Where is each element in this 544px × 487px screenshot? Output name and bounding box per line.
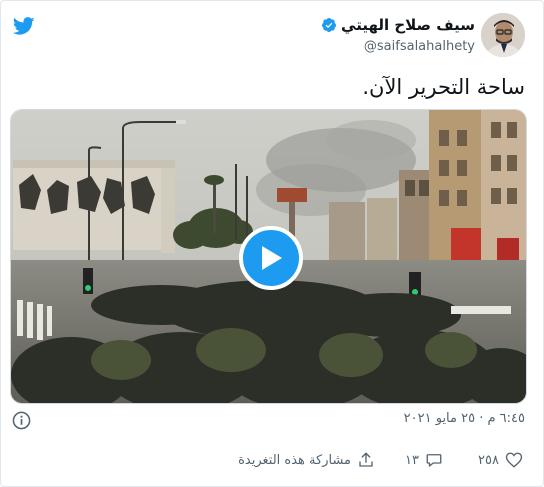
twitter-bird-icon[interactable] bbox=[12, 15, 36, 37]
tweet-text: ساحة التحرير الآن. bbox=[362, 75, 525, 99]
share-button[interactable]: مشاركة هذه التغريدة bbox=[238, 451, 375, 469]
share-icon bbox=[359, 452, 373, 467]
play-button[interactable] bbox=[239, 226, 303, 290]
author-handle[interactable]: @saifsalahalhety bbox=[364, 39, 475, 54]
info-icon[interactable] bbox=[12, 411, 31, 430]
play-icon bbox=[262, 246, 282, 270]
video-thumbnail[interactable] bbox=[10, 109, 527, 404]
tweet-timestamp[interactable]: ٦:٤٥ م · ٢٥ مايو ٢٠٢١ bbox=[404, 411, 525, 426]
avatar-image bbox=[481, 13, 525, 57]
reply-button[interactable]: ١٣ bbox=[405, 451, 443, 469]
verified-badge-icon bbox=[322, 18, 337, 32]
like-button[interactable]: ٢٥٨ bbox=[478, 451, 523, 469]
author-name-row[interactable]: سيف صلاح الهيتي bbox=[321, 16, 475, 34]
heart-icon bbox=[505, 452, 523, 468]
author-display-name[interactable]: سيف صلاح الهيتي bbox=[341, 16, 475, 34]
like-count: ٢٥٨ bbox=[478, 452, 499, 468]
reply-count: ١٣ bbox=[405, 452, 419, 468]
share-label: مشاركة هذه التغريدة bbox=[238, 452, 351, 468]
speech-bubble-icon bbox=[426, 454, 442, 467]
avatar[interactable] bbox=[481, 13, 525, 57]
tweet-card: سيف صلاح الهيتي @saifsalahalhety ساحة ال… bbox=[0, 0, 544, 487]
action-bar: ٢٥٨ ١٣ مشاركة هذه التغريدة bbox=[1, 447, 543, 477]
